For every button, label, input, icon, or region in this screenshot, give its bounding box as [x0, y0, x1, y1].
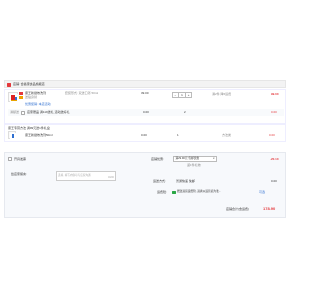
quantity-value[interactable]: 1	[177, 92, 187, 98]
discount-label: 店铺优惠:	[151, 157, 164, 161]
item-qty: 1	[177, 133, 179, 137]
cart-item: 康王新健效洗剂 送贴身替 套装形式: 双送口罩 50ml 39.00 − 1 +…	[4, 89, 286, 124]
gift-row: 满额送 店家赠品 满119送礼 活动送好礼 0.00 2 0.00	[8, 109, 284, 116]
remark-placeholder: 选填, 填写内容可与店家沟通	[58, 174, 91, 177]
delivery-value[interactable]: 普通快递 免邮	[176, 180, 195, 183]
store-header: 店铺: 合婆康食品旗舰店	[4, 80, 286, 88]
item-subtotal: 99.00	[271, 92, 279, 96]
check-icon[interactable]	[172, 190, 176, 194]
promo-link[interactable]: 优惠促销: 本店活动	[25, 103, 51, 106]
gift-text: 店家赠品 满119送礼 活动送好礼	[27, 110, 70, 114]
brand-badge-icon	[19, 92, 23, 95]
increase-button[interactable]: +	[186, 93, 191, 98]
gift-qty: 2	[184, 110, 186, 114]
gift-checkbox[interactable]	[21, 110, 25, 115]
order-settlement: 开具发票 店铺优惠: 满29.90元 包邮优惠 ▾ 返1件礼物 -20.10 给…	[4, 152, 286, 218]
assurance-text: 赠送退货运费险, 退换以运营商为准...	[177, 190, 222, 193]
quantity-stepper[interactable]: − 1 +	[172, 92, 192, 98]
discount-amount: -20.10	[270, 157, 279, 161]
item-action[interactable]: 方法类	[222, 134, 231, 137]
discount-select-value: 满29.90元 包邮优惠	[175, 156, 200, 160]
store-title[interactable]: 店铺: 合婆康食品旗舰店	[13, 83, 45, 86]
product-image-icon	[10, 94, 18, 102]
item-price: 39.00	[141, 91, 149, 95]
promo-badge-icon	[19, 96, 23, 99]
item-description: 送贴身替	[25, 95, 38, 99]
gift-subtotal: 0.00	[271, 110, 277, 114]
gift-label: 满额送	[10, 110, 20, 114]
chevron-down-icon: ▾	[213, 156, 215, 160]
assurance-link[interactable]: 可选	[259, 191, 265, 194]
invoice-checkbox[interactable]	[8, 157, 12, 161]
total-value: 178.90	[263, 206, 276, 211]
product-thumbnail[interactable]	[8, 92, 18, 102]
shop-line[interactable]: 康王专营方法 满99元送1件礼盒	[8, 126, 50, 130]
cart-item: 康王专营方法 满99元送1件礼盒 康王新健效洗剂50ml 0.00 1 方法类 …	[4, 124, 286, 142]
remark-textarea[interactable]: 选填, 填写内容可与店家沟通 0/200	[56, 171, 116, 181]
item-spec: 套装形式: 双送口罩 50ml	[65, 91, 99, 95]
total-label: 店铺合计(含运费)	[226, 207, 249, 211]
item-name[interactable]: 康王新健效洗剂50ml	[25, 134, 53, 137]
assurance-label: 运费险:	[157, 190, 167, 194]
discount-select[interactable]: 满29.90元 包邮优惠 ▾	[173, 156, 217, 162]
gift-price: 0.00	[143, 110, 149, 114]
remark-counter: 0/200	[108, 175, 114, 179]
item-price: 0.00	[141, 133, 147, 137]
delivery-label: 运送方式:	[153, 179, 166, 183]
store-checkbox[interactable]	[7, 82, 11, 87]
invoice-label[interactable]: 开具发票	[14, 157, 26, 161]
item-subtotal: 0.00	[269, 133, 275, 137]
discount-sub: 返1件礼物	[187, 163, 201, 167]
product-image-icon	[10, 133, 16, 139]
product-thumbnail[interactable]	[8, 131, 16, 139]
stock-note: 满2件 降5运费	[212, 92, 232, 96]
remark-label: 给店家留言:	[11, 172, 27, 176]
delivery-amount: 0.00	[271, 179, 277, 183]
